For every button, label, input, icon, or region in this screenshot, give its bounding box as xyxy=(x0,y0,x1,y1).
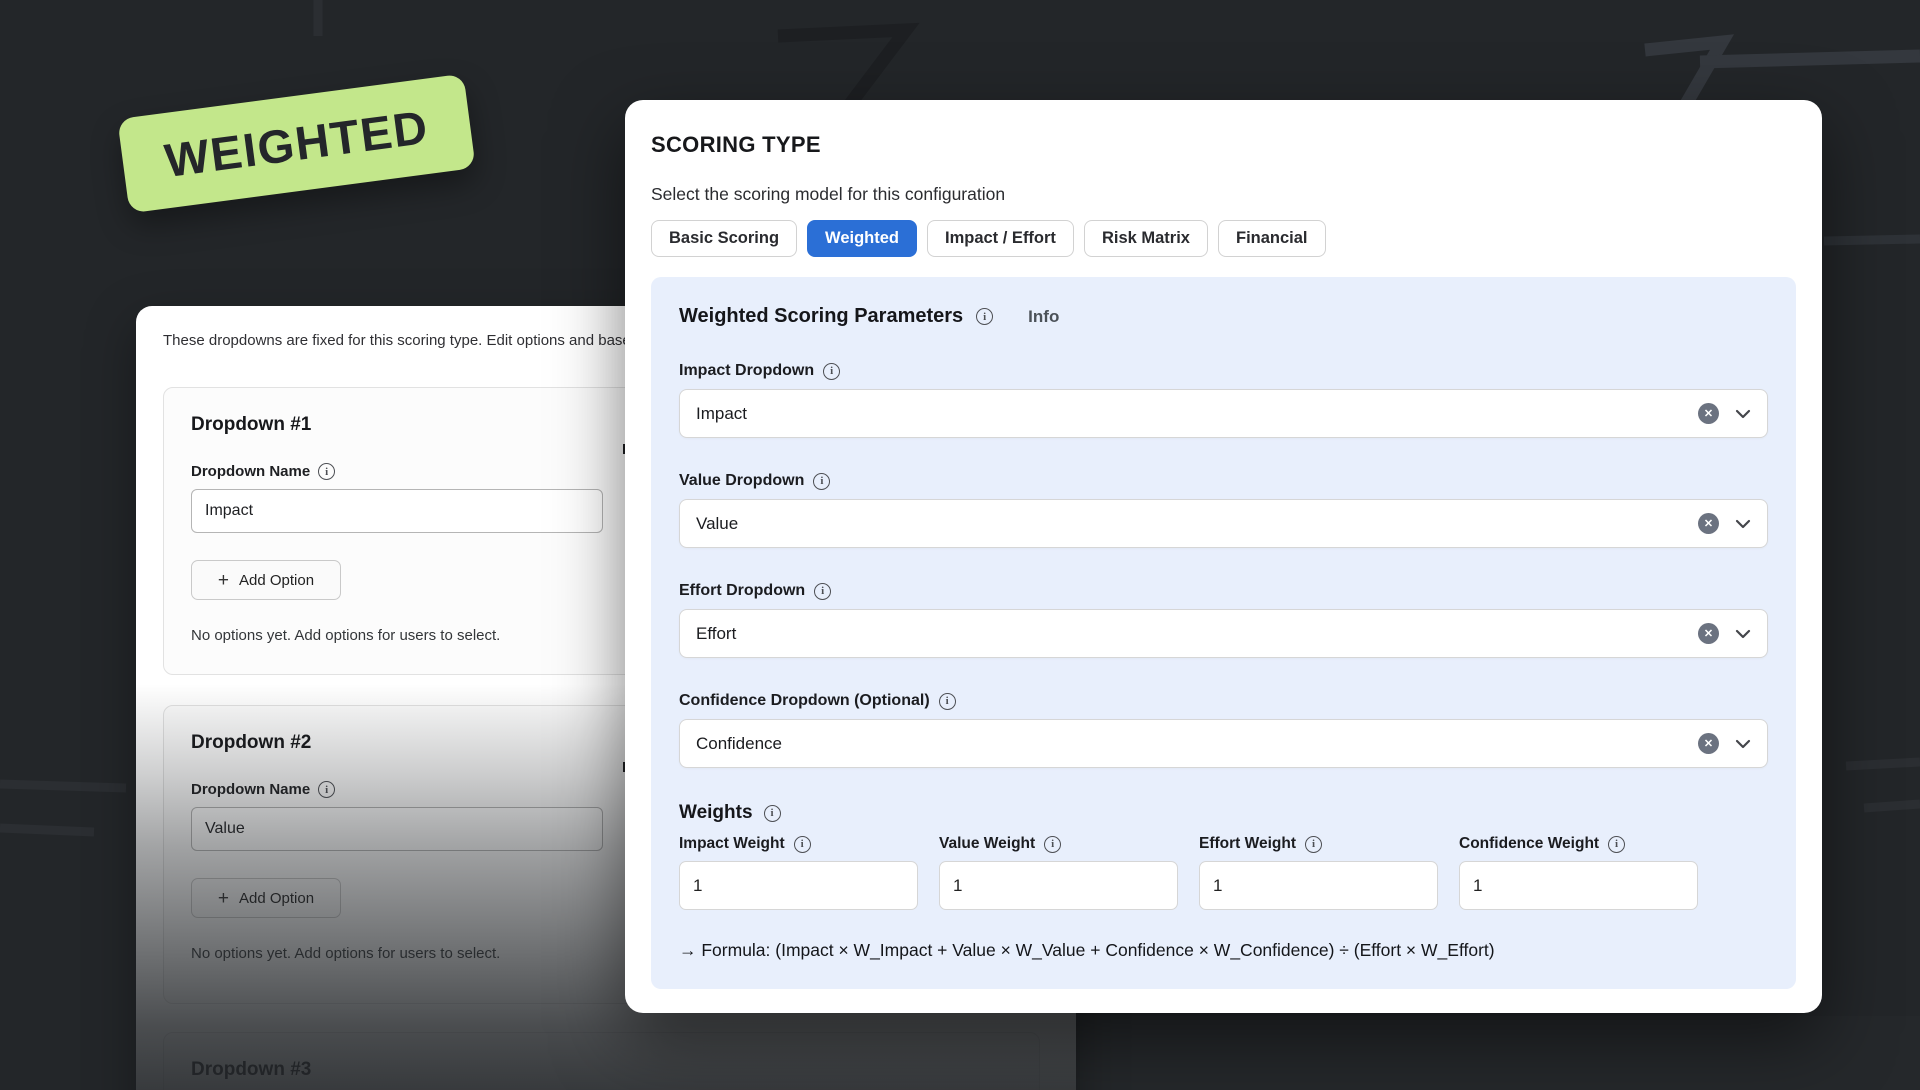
dropdown-name-label: Dropdown Name xyxy=(191,463,310,480)
chevron-down-icon[interactable] xyxy=(1735,739,1751,749)
chevron-down-icon[interactable] xyxy=(1735,629,1751,639)
info-icon[interactable]: i xyxy=(764,805,781,822)
value-dropdown-label: Value Dropdown xyxy=(679,472,804,490)
horizontal-line-shape xyxy=(1700,56,1920,62)
scoring-type-tabs: Basic Scoring Weighted Impact / Effort R… xyxy=(651,220,1796,257)
edge-line xyxy=(0,784,126,788)
add-option-button[interactable]: + Add Option xyxy=(191,878,341,918)
effort-dropdown-group: Effort Dropdown i Effort ✕ xyxy=(679,582,1768,658)
tab-impact-effort[interactable]: Impact / Effort xyxy=(927,220,1074,257)
edge-line xyxy=(1864,804,1920,808)
info-icon[interactable]: i xyxy=(823,363,840,380)
modal-title: SCORING TYPE xyxy=(651,132,1796,158)
tab-weighted[interactable]: Weighted xyxy=(807,220,917,257)
info-icon[interactable]: i xyxy=(939,693,956,710)
confidence-weight-cell: Confidence Weight i xyxy=(1459,835,1698,910)
selected-value: Confidence xyxy=(696,734,1698,754)
chevron-down-icon[interactable] xyxy=(1735,409,1751,419)
plus-icon: + xyxy=(218,889,229,908)
value-dropdown-select[interactable]: Value ✕ xyxy=(679,499,1768,548)
zigzag-arrow-shape xyxy=(1645,42,1722,104)
weights-heading: Weights xyxy=(679,802,753,824)
screen: WEIGHTED These dropdowns are fixed for t… xyxy=(0,0,1920,1090)
add-option-label: Add Option xyxy=(239,572,314,589)
info-icon[interactable]: i xyxy=(814,583,831,600)
formula-text: → Formula: (Impact × W_Impact + Value × … xyxy=(679,940,1768,961)
info-icon[interactable]: i xyxy=(1608,836,1625,853)
edge-line xyxy=(1824,239,1920,241)
chevron-down-icon[interactable] xyxy=(1735,519,1751,529)
info-icon[interactable]: i xyxy=(976,308,993,325)
clear-icon[interactable]: ✕ xyxy=(1698,623,1719,644)
effort-dropdown-select[interactable]: Effort ✕ xyxy=(679,609,1768,658)
add-option-button[interactable]: + Add Option xyxy=(191,560,341,600)
info-icon[interactable]: i xyxy=(318,781,335,798)
scoring-type-modal: SCORING TYPE Select the scoring model fo… xyxy=(625,100,1822,1013)
confidence-dropdown-label: Confidence Dropdown (Optional) xyxy=(679,692,930,710)
tab-financial[interactable]: Financial xyxy=(1218,220,1326,257)
dropdown-3-title: Dropdown #3 xyxy=(191,1059,1012,1081)
weights-grid: Impact Weight i Value Weight i Effort We… xyxy=(679,835,1768,910)
effort-weight-cell: Effort Weight i xyxy=(1199,835,1438,910)
panel-heading: Weighted Scoring Parameters xyxy=(679,305,963,328)
info-icon[interactable]: i xyxy=(318,463,335,480)
impact-weight-cell: Impact Weight i xyxy=(679,835,918,910)
impact-dropdown-select[interactable]: Impact ✕ xyxy=(679,389,1768,438)
impact-weight-label: Impact Weight xyxy=(679,835,785,853)
add-option-label: Add Option xyxy=(239,890,314,907)
effort-dropdown-label: Effort Dropdown xyxy=(679,582,805,600)
info-icon[interactable]: i xyxy=(1044,836,1061,853)
effort-weight-label: Effort Weight xyxy=(1199,835,1296,853)
value-weight-input[interactable] xyxy=(939,861,1178,910)
modal-subtitle: Select the scoring model for this config… xyxy=(651,184,1796,205)
weighted-parameters-panel: Weighted Scoring Parameters i Info Impac… xyxy=(651,277,1796,989)
background-panel-shape xyxy=(1080,1016,1920,1090)
impact-weight-input[interactable] xyxy=(679,861,918,910)
value-weight-label: Value Weight xyxy=(939,835,1035,853)
confidence-weight-input[interactable] xyxy=(1459,861,1698,910)
clear-icon[interactable]: ✕ xyxy=(1698,513,1719,534)
info-icon[interactable]: i xyxy=(1305,836,1322,853)
selected-value: Impact xyxy=(696,404,1698,424)
dropdown-name-input[interactable] xyxy=(191,807,603,851)
clear-icon[interactable]: ✕ xyxy=(1698,403,1719,424)
dropdown-3-section: Dropdown #3 xyxy=(163,1032,1040,1090)
edge-line xyxy=(0,828,94,832)
info-icon[interactable]: i xyxy=(794,836,811,853)
value-dropdown-group: Value Dropdown i Value ✕ xyxy=(679,472,1768,548)
impact-dropdown-label: Impact Dropdown xyxy=(679,362,814,380)
selected-value: Effort xyxy=(696,624,1698,644)
confidence-dropdown-group: Confidence Dropdown (Optional) i Confide… xyxy=(679,692,1768,768)
effort-weight-input[interactable] xyxy=(1199,861,1438,910)
clear-icon[interactable]: ✕ xyxy=(1698,733,1719,754)
confidence-weight-label: Confidence Weight xyxy=(1459,835,1599,853)
value-weight-cell: Value Weight i xyxy=(939,835,1178,910)
impact-dropdown-group: Impact Dropdown i Impact ✕ xyxy=(679,362,1768,438)
dropdown-name-label: Dropdown Name xyxy=(191,781,310,798)
info-link[interactable]: Info xyxy=(1028,307,1059,327)
plus-icon: + xyxy=(218,571,229,590)
tab-basic-scoring[interactable]: Basic Scoring xyxy=(651,220,797,257)
info-icon[interactable]: i xyxy=(813,473,830,490)
dropdown-name-input[interactable] xyxy=(191,489,603,533)
confidence-dropdown-select[interactable]: Confidence ✕ xyxy=(679,719,1768,768)
selected-value: Value xyxy=(696,514,1698,534)
edge-line xyxy=(1846,762,1920,766)
tab-risk-matrix[interactable]: Risk Matrix xyxy=(1084,220,1208,257)
